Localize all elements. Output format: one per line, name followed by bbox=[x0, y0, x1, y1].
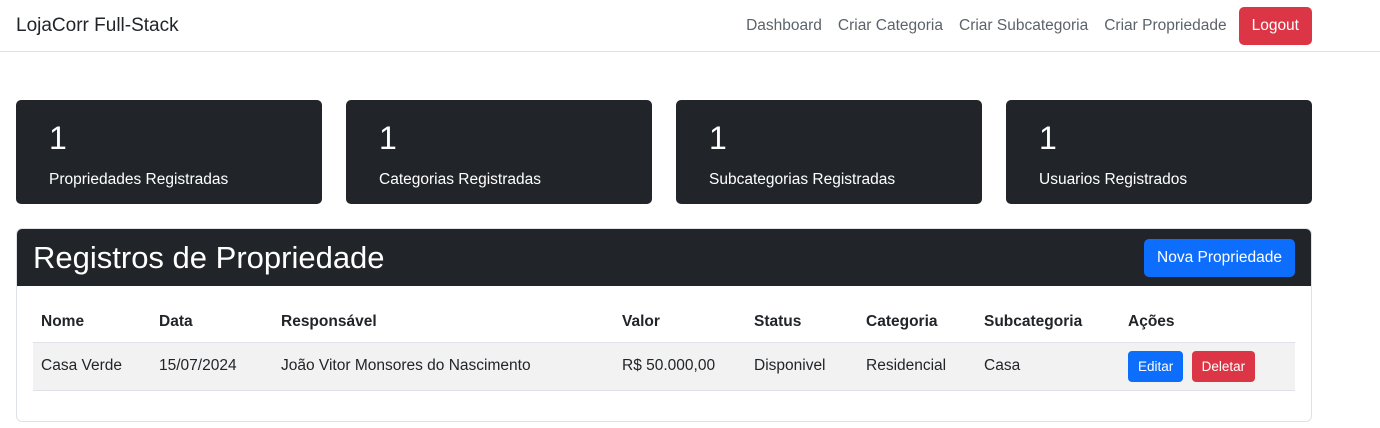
stat-count: 1 bbox=[1039, 120, 1057, 156]
cell-data: 15/07/2024 bbox=[151, 342, 273, 391]
nav-link-criar-subcategoria[interactable]: Criar Subcategoria bbox=[951, 17, 1096, 35]
nav-link-dashboard[interactable]: Dashboard bbox=[738, 17, 830, 35]
logout-button[interactable]: Logout bbox=[1238, 6, 1312, 45]
column-header-valor: Valor bbox=[614, 302, 746, 343]
edit-button[interactable]: Editar bbox=[1128, 350, 1184, 382]
column-header-responsavel: Responsável bbox=[273, 302, 614, 343]
stat-card-propriedades: 1 Propriedades Registradas bbox=[16, 100, 322, 204]
column-header-subcategoria: Subcategoria bbox=[976, 302, 1120, 343]
table-wrapper: Nome Data Responsável Valor Status Categ… bbox=[17, 286, 1311, 391]
stat-label: Categorias Registradas bbox=[379, 171, 541, 188]
cell-categoria: Residencial bbox=[858, 342, 976, 391]
stat-label: Propriedades Registradas bbox=[49, 171, 229, 188]
stat-count: 1 bbox=[49, 120, 67, 156]
column-header-nome: Nome bbox=[33, 302, 151, 343]
column-header-acoes: Ações bbox=[1120, 302, 1295, 343]
navbar: LojaCorr Full-Stack Dashboard Criar Cate… bbox=[0, 0, 1380, 52]
property-records-panel: Registros de Propriedade Nova Propriedad… bbox=[16, 228, 1312, 422]
cell-subcategoria: Casa bbox=[976, 342, 1120, 391]
stat-card-usuarios: 1 Usuarios Registrados bbox=[1006, 100, 1312, 204]
nav-links: Dashboard Criar Categoria Criar Subcateg… bbox=[738, 6, 1312, 45]
panel-title: Registros de Propriedade bbox=[33, 239, 385, 275]
cell-nome: Casa Verde bbox=[33, 342, 151, 391]
table-header-row: Nome Data Responsável Valor Status Categ… bbox=[33, 302, 1295, 343]
property-table: Nome Data Responsável Valor Status Categ… bbox=[33, 302, 1295, 391]
stat-card-categorias: 1 Categorias Registradas bbox=[346, 100, 652, 204]
stats-cards: 1 Propriedades Registradas 1 Categorias … bbox=[16, 100, 1312, 204]
stat-count: 1 bbox=[379, 120, 397, 156]
panel-header: Registros de Propriedade Nova Propriedad… bbox=[17, 229, 1311, 286]
stat-count: 1 bbox=[709, 120, 727, 156]
navbar-brand[interactable]: LojaCorr Full-Stack bbox=[16, 15, 179, 37]
stat-card-subcategorias: 1 Subcategorias Registradas bbox=[676, 100, 982, 204]
cell-status: Disponivel bbox=[746, 342, 858, 391]
nav-link-criar-propriedade[interactable]: Criar Propriedade bbox=[1096, 17, 1234, 35]
nav-link-criar-categoria[interactable]: Criar Categoria bbox=[830, 17, 951, 35]
delete-button[interactable]: Deletar bbox=[1191, 350, 1256, 382]
table-row: Casa Verde 15/07/2024 João Vitor Monsore… bbox=[33, 342, 1295, 391]
stat-label: Usuarios Registrados bbox=[1039, 171, 1188, 188]
column-header-categoria: Categoria bbox=[858, 302, 976, 343]
stat-label: Subcategorias Registradas bbox=[709, 171, 896, 188]
cell-valor: R$ 50.000,00 bbox=[614, 342, 746, 391]
cell-responsavel: João Vitor Monsores do Nascimento bbox=[273, 342, 614, 391]
new-property-button[interactable]: Nova Propriedade bbox=[1144, 238, 1295, 277]
column-header-data: Data bbox=[151, 302, 273, 343]
column-header-status: Status bbox=[746, 302, 858, 343]
cell-acoes: Editar Deletar bbox=[1120, 342, 1295, 391]
